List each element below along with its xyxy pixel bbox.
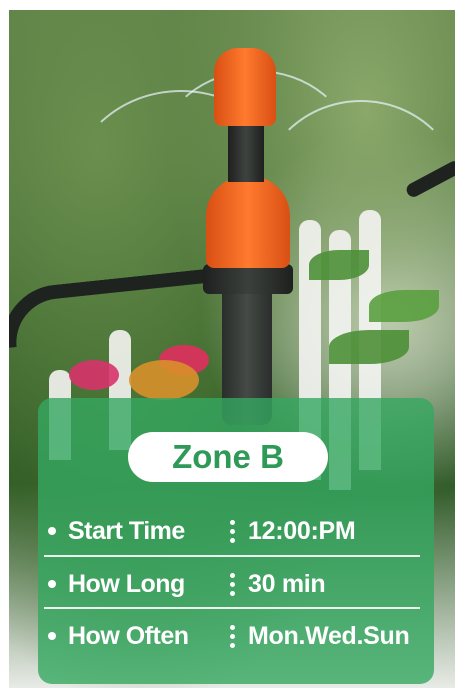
separator-icon — [220, 519, 244, 543]
schedule-row-start-time: Start Time 12:00:PM — [40, 505, 440, 557]
row-label: Start Time — [68, 516, 185, 545]
row-value: Mon.Wed.Sun — [248, 621, 410, 650]
schedule-row-how-often: How Often Mon.Wed.Sun — [40, 610, 440, 662]
sprinkler-stem — [228, 120, 264, 182]
zone-title: Zone B — [128, 432, 328, 482]
plant-leaf — [369, 290, 439, 322]
bullet-icon — [48, 580, 56, 588]
row-value: 12:00:PM — [248, 516, 356, 545]
plant-leaf — [329, 330, 409, 364]
row-value: 30 min — [248, 569, 326, 598]
row-divider — [44, 555, 420, 557]
plant-leaf — [309, 250, 369, 280]
schedule-row-how-long: How Long 30 min — [40, 558, 440, 610]
row-divider — [44, 607, 420, 609]
zone-title-text: Zone B — [172, 438, 284, 475]
sprinkler-cap-large — [206, 176, 290, 268]
row-label: How Often — [68, 621, 189, 650]
bullet-icon — [48, 632, 56, 640]
separator-icon — [220, 624, 244, 648]
row-label: How Long — [68, 569, 185, 598]
flower — [69, 360, 119, 390]
separator-icon — [220, 572, 244, 596]
fruit — [129, 360, 199, 400]
bullet-icon — [48, 527, 56, 535]
sprinkler-collar — [203, 264, 293, 294]
sprinkler-cap-small — [214, 48, 276, 126]
